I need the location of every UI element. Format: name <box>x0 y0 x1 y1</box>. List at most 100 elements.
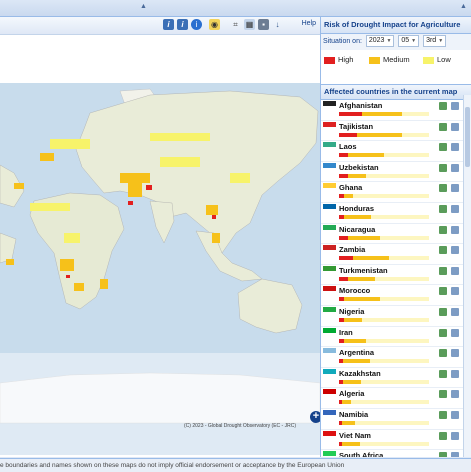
country-name[interactable]: Ghana <box>339 183 362 192</box>
risk-bar-medium <box>348 276 375 281</box>
country-name[interactable]: South Africa <box>339 451 383 457</box>
help-button[interactable]: Help <box>302 20 316 27</box>
country-row[interactable]: Tajikistan <box>321 121 471 142</box>
country-row[interactable]: South Africa <box>321 450 471 457</box>
country-report-icon[interactable] <box>451 328 459 337</box>
scroll-thumb[interactable] <box>465 107 470 167</box>
country-name[interactable]: Iran <box>339 328 353 337</box>
country-row[interactable]: Algeria <box>321 388 471 409</box>
country-row[interactable]: Laos <box>321 141 471 162</box>
zoom-to-country-icon[interactable] <box>439 287 447 296</box>
zoom-to-country-icon[interactable] <box>439 452 447 457</box>
info-icon[interactable]: i <box>163 19 174 30</box>
country-name[interactable]: Morocco <box>339 286 370 295</box>
country-name[interactable]: Viet Nam <box>339 431 371 440</box>
zoom-to-country-icon[interactable] <box>439 410 447 419</box>
country-name[interactable]: Turkmenistan <box>339 266 388 275</box>
country-name[interactable]: Tajikistan <box>339 122 373 131</box>
flag-icon <box>323 265 336 276</box>
country-report-icon[interactable] <box>451 431 459 440</box>
risk-bar <box>339 276 429 281</box>
country-report-icon[interactable] <box>451 452 459 457</box>
zoom-to-country-icon[interactable] <box>439 246 447 255</box>
country-row[interactable]: Turkmenistan <box>321 265 471 286</box>
country-report-icon[interactable] <box>451 369 459 378</box>
zoom-to-country-icon[interactable] <box>439 328 447 337</box>
country-row[interactable]: Honduras <box>321 203 471 224</box>
country-name[interactable]: Zambia <box>339 245 365 254</box>
zoom-to-country-icon[interactable] <box>439 431 447 440</box>
collapse-arrow-icon[interactable]: ▲ <box>460 3 467 10</box>
country-name[interactable]: Nigeria <box>339 307 364 316</box>
country-row[interactable]: Morocco <box>321 285 471 306</box>
country-name[interactable]: Uzbekistan <box>339 163 379 172</box>
risk-panel: Risk of Drought Impact for Agriculture S… <box>321 17 471 457</box>
country-row[interactable]: Namibia <box>321 409 471 430</box>
about-icon[interactable]: i <box>191 19 202 30</box>
country-report-icon[interactable] <box>451 410 459 419</box>
country-report-icon[interactable] <box>451 390 459 399</box>
zoom-to-country-icon[interactable] <box>439 390 447 399</box>
zoom-to-country-icon[interactable] <box>439 143 447 152</box>
country-report-icon[interactable] <box>451 266 459 275</box>
grid-icon[interactable]: ⌗ <box>230 19 241 30</box>
zoom-to-country-icon[interactable] <box>439 349 447 358</box>
country-name[interactable]: Laos <box>339 142 357 151</box>
print-icon[interactable]: ▦ <box>244 19 255 30</box>
risk-bar-high <box>339 153 348 158</box>
country-report-icon[interactable] <box>451 143 459 152</box>
zoom-in-button[interactable]: + <box>310 411 320 423</box>
country-row[interactable]: Viet Nam <box>321 430 471 451</box>
country-name[interactable]: Kazakhstan <box>339 369 381 378</box>
country-row[interactable]: Uzbekistan <box>321 162 471 183</box>
legend-low: Low <box>423 55 451 64</box>
month-select[interactable]: 05 ▼ <box>398 35 420 48</box>
zoom-to-country-icon[interactable] <box>439 163 447 172</box>
risk-bar-high <box>339 173 348 178</box>
legend-medium: Medium <box>369 55 410 64</box>
info-icon[interactable]: i <box>177 19 188 30</box>
country-row[interactable]: Kazakhstan <box>321 368 471 389</box>
drought-risk-map[interactable] <box>0 83 320 455</box>
flag-icon <box>323 203 336 214</box>
country-row[interactable]: Argentina <box>321 347 471 368</box>
risk-bar-medium <box>342 379 361 384</box>
scrollbar[interactable] <box>463 95 471 457</box>
country-report-icon[interactable] <box>451 122 459 131</box>
dekad-select[interactable]: 3rd ▼ <box>423 35 447 48</box>
country-row[interactable]: Zambia <box>321 244 471 265</box>
zoom-to-country-icon[interactable] <box>439 184 447 193</box>
country-report-icon[interactable] <box>451 184 459 193</box>
country-name[interactable]: Afghanistan <box>339 101 382 110</box>
country-row[interactable]: Iran <box>321 327 471 348</box>
collapse-arrow-icon[interactable]: ▲ <box>140 3 147 10</box>
country-name[interactable]: Nicaragua <box>339 225 375 234</box>
zoom-to-country-icon[interactable] <box>439 307 447 316</box>
zoom-to-country-icon[interactable] <box>439 122 447 131</box>
country-report-icon[interactable] <box>451 349 459 358</box>
country-report-icon[interactable] <box>451 287 459 296</box>
layers-icon[interactable]: ◉ <box>209 19 220 30</box>
country-name[interactable]: Argentina <box>339 348 374 357</box>
zoom-to-country-icon[interactable] <box>439 369 447 378</box>
country-report-icon[interactable] <box>451 225 459 234</box>
country-report-icon[interactable] <box>451 307 459 316</box>
zoom-to-country-icon[interactable] <box>439 102 447 110</box>
country-name[interactable]: Honduras <box>339 204 374 213</box>
zoom-to-country-icon[interactable] <box>439 225 447 234</box>
save-icon[interactable]: ▪ <box>258 19 269 30</box>
zoom-to-country-icon[interactable] <box>439 204 447 213</box>
country-name[interactable]: Algeria <box>339 389 364 398</box>
country-report-icon[interactable] <box>451 163 459 172</box>
country-report-icon[interactable] <box>451 102 459 110</box>
country-row[interactable]: Nicaragua <box>321 224 471 245</box>
country-row[interactable]: Afghanistan <box>321 100 471 121</box>
country-report-icon[interactable] <box>451 246 459 255</box>
country-row[interactable]: Ghana <box>321 182 471 203</box>
download-icon[interactable]: ↓ <box>272 19 283 30</box>
year-select[interactable]: 2023 ▼ <box>365 35 395 48</box>
country-row[interactable]: Nigeria <box>321 306 471 327</box>
country-name[interactable]: Namibia <box>339 410 368 419</box>
zoom-to-country-icon[interactable] <box>439 266 447 275</box>
country-report-icon[interactable] <box>451 204 459 213</box>
